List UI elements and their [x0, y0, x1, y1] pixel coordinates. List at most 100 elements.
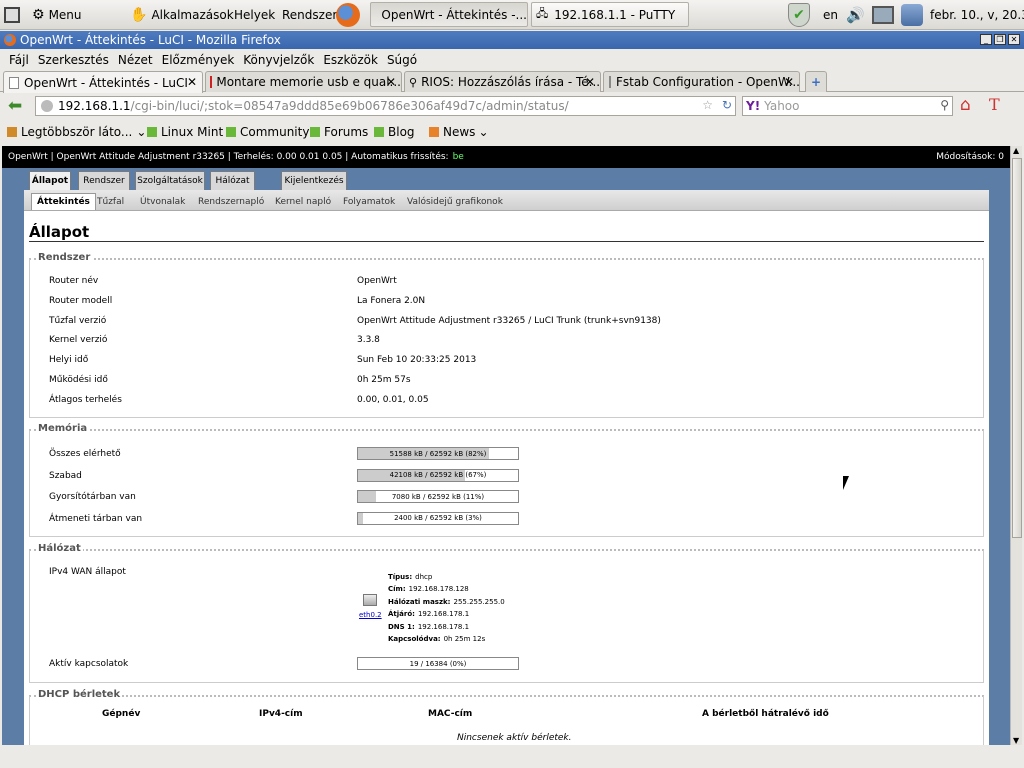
- title-divider: [29, 241, 984, 242]
- tab-fstab[interactable]: Fstab Configuration - OpenW... ✕: [603, 71, 800, 92]
- mouse-cursor-icon: [843, 476, 855, 490]
- home-icon[interactable]: ⌂: [960, 95, 971, 115]
- subtab-overview[interactable]: Áttekintés: [31, 193, 96, 210]
- bookmark-blog[interactable]: Blog: [374, 125, 415, 139]
- scroll-down-arrow[interactable]: ▼: [1013, 736, 1019, 745]
- memory-bar-fill: [358, 491, 376, 502]
- tab-montare[interactable]: Montare memorie usb e qual... ✕: [205, 71, 402, 92]
- back-icon[interactable]: ⬅: [8, 96, 22, 116]
- close-tab-icon[interactable]: ✕: [784, 75, 794, 89]
- system-menu[interactable]: Rendszer: [282, 0, 337, 29]
- minimize-button[interactable]: _: [980, 34, 992, 45]
- vertical-scrollbar[interactable]: ▲ ▼: [1010, 146, 1022, 745]
- task-putty[interactable]: 🖧 192.168.1.1 - PuTTY: [531, 2, 689, 27]
- scroll-up-arrow[interactable]: ▲: [1013, 146, 1019, 155]
- tab-system[interactable]: Rendszer: [78, 171, 130, 190]
- places-menu[interactable]: Helyek: [234, 0, 275, 29]
- auto-refresh-toggle[interactable]: be: [453, 152, 464, 162]
- wan-detail-value: 192.168.178.1: [417, 622, 470, 631]
- close-window-button[interactable]: ✕: [1008, 34, 1020, 45]
- main-menu-button[interactable]: ⚙ Menu: [32, 0, 82, 29]
- site-identity-icon: [41, 100, 53, 112]
- clock[interactable]: febr. 10., v, 20.33: [930, 0, 1024, 29]
- subtab-syslog[interactable]: Rendszernapló: [198, 193, 264, 210]
- bookmark-forums[interactable]: Forums: [310, 125, 368, 139]
- menu-history[interactable]: Előzmények: [162, 53, 235, 67]
- url-host: 192.168.1.1: [58, 99, 131, 113]
- menubar: Fájl Szerkesztés Nézet Előzmények Könyvj…: [0, 50, 1024, 70]
- menu-edit[interactable]: Szerkesztés: [38, 53, 109, 67]
- subtab-kernel-log[interactable]: Kernel napló: [275, 193, 331, 210]
- subtab-processes[interactable]: Folyamatok: [343, 193, 395, 210]
- menu-view[interactable]: Nézet: [118, 53, 153, 67]
- scrollbar-thumb[interactable]: [1012, 158, 1022, 538]
- places-label: Helyek: [234, 7, 276, 22]
- menu-file[interactable]: Fájl: [9, 53, 29, 67]
- subtab-realtime-graphs[interactable]: Valósidejű grafikonok: [407, 193, 503, 210]
- bookmark-linux-mint[interactable]: Linux Mint: [147, 125, 223, 139]
- menu-button[interactable]: [4, 0, 26, 29]
- search-site-icon: ⚲: [409, 75, 418, 89]
- subtab-label: Rendszernapló: [198, 196, 265, 207]
- tab-openwrt[interactable]: OpenWrt - Áttekintés - LuCI ✕: [3, 71, 203, 93]
- reload-icon[interactable]: ↻: [722, 98, 732, 112]
- menu-bookmarks[interactable]: Könyvjelzők: [243, 53, 314, 67]
- plus-icon: +: [810, 75, 822, 89]
- network-icon[interactable]: [872, 0, 894, 29]
- dhcp-header-lease: A bérletből hátralévő idő: [702, 709, 829, 719]
- drive-icon[interactable]: [901, 0, 923, 29]
- star-icon[interactable]: ☆: [702, 98, 713, 112]
- bookmark-community[interactable]: Community: [226, 125, 309, 139]
- search-icon[interactable]: ⚲: [940, 98, 949, 112]
- wan-detail-value: 192.168.178.128: [408, 585, 469, 594]
- bookmark-label: Linux Mint: [161, 125, 224, 139]
- network-interface-icon[interactable]: [363, 594, 377, 606]
- close-tab-icon[interactable]: ✕: [187, 75, 197, 89]
- menu-tools[interactable]: Eszközök: [323, 53, 378, 67]
- memory-row-label: Gyorsítótárban van: [49, 492, 136, 502]
- maximize-button[interactable]: ❐: [994, 34, 1006, 45]
- keyboard-layout[interactable]: en: [823, 0, 838, 29]
- tab-rios[interactable]: ⚲ RIOS: Hozzászólás írása - Té... ✕: [404, 71, 601, 92]
- system-row-value: La Fonera 2.0N: [357, 295, 426, 306]
- url-bar[interactable]: 192.168.1.1 /cgi-bin/luci/;stok=08547a9d…: [35, 96, 736, 116]
- changes-counter[interactable]: Módosítások: 0: [936, 152, 1004, 162]
- active-connections-text: 19 / 16384 (0%): [409, 659, 467, 668]
- system-legend: Rendszer: [36, 252, 93, 263]
- firefox-launcher[interactable]: [336, 0, 360, 29]
- memory-row-label: Átmeneti tárban van: [49, 513, 143, 524]
- tab-network[interactable]: Hálózat: [210, 171, 255, 190]
- translate-icon[interactable]: T: [989, 95, 1000, 114]
- menu-help[interactable]: Súgó: [387, 53, 417, 67]
- tab-label: Fstab Configuration - OpenW...: [616, 75, 800, 89]
- tab-status[interactable]: Állapot: [29, 171, 71, 190]
- subtab-routes[interactable]: Útvonalak: [140, 193, 185, 210]
- task-firefox[interactable]: OpenWrt - Áttekintés -...: [370, 2, 528, 27]
- page-content: OpenWrt | OpenWrt Attitude Adjustment r3…: [2, 146, 1010, 745]
- new-tab-button[interactable]: +: [805, 71, 827, 92]
- tab-logout[interactable]: Kijelentkezés: [281, 171, 347, 190]
- bookmark-label: Legtöbbször láto...: [21, 125, 133, 139]
- wan-detail-key: DNS 1:: [388, 622, 415, 631]
- wan-detail-value: 0h 25m 12s: [443, 635, 486, 643]
- volume-icon[interactable]: 🔊: [846, 0, 865, 29]
- subtab-firewall[interactable]: Tűzfal: [97, 193, 124, 210]
- wan-interface-link[interactable]: eth0.2: [359, 611, 382, 619]
- active-connections-label: Aktív kapcsolatok: [49, 659, 129, 669]
- search-bar[interactable]: Y! Yahoo ⚲: [742, 96, 953, 116]
- update-shield-icon[interactable]: ✔: [788, 0, 810, 29]
- page-title: Állapot: [29, 223, 90, 241]
- system-row-label: Működési idő: [49, 375, 108, 385]
- bookmark-most-visited[interactable]: Legtöbbször láto... ⌄: [7, 125, 146, 139]
- mint-icon: [147, 127, 157, 137]
- wan-status-label: IPv4 WAN állapot: [49, 567, 126, 577]
- close-tab-icon[interactable]: ✕: [386, 75, 396, 89]
- tab-services[interactable]: Szolgáltatások: [135, 171, 205, 190]
- dhcp-header-hostname: Gépnév: [102, 709, 141, 719]
- gnome-foot-icon: ✋: [130, 6, 148, 23]
- applications-menu[interactable]: ✋ Alkalmazások: [130, 0, 234, 29]
- window-titlebar[interactable]: OpenWrt - Áttekintés - LuCI - Mozilla Fi…: [0, 31, 1024, 49]
- bookmark-news[interactable]: News ⌄: [429, 125, 489, 139]
- close-tab-icon[interactable]: ✕: [585, 75, 595, 89]
- system-row-label: Tűzfal verzió: [49, 315, 107, 326]
